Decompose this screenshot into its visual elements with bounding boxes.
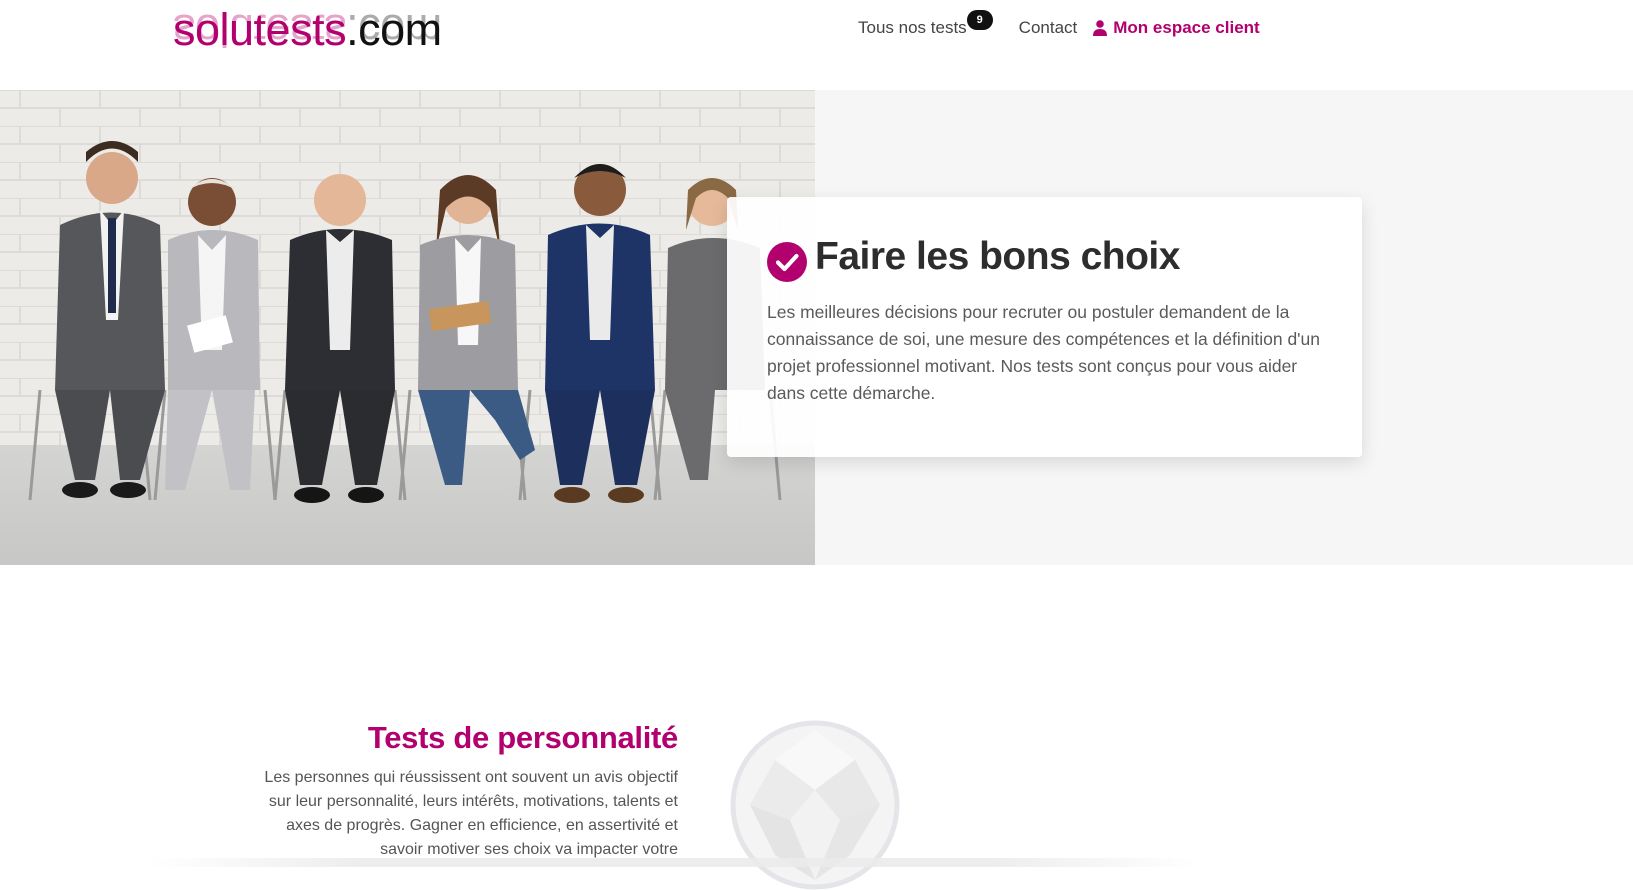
nav-client-space-label: Mon espace client — [1113, 18, 1260, 37]
hero-photo — [0, 90, 815, 565]
logo[interactable]: solutests.com solutests.com — [173, 6, 473, 78]
site-header: solutests.com solutests.com Tous nos tes… — [0, 0, 1633, 90]
nav-contact[interactable]: Contact — [1019, 18, 1078, 38]
nav-all-tests-label: Tous nos tests — [858, 18, 967, 37]
hero-card: Faire les bons choix Les meilleures déci… — [727, 197, 1362, 457]
check-circle-icon — [767, 242, 807, 282]
hero-title: Faire les bons choix — [815, 235, 1180, 278]
hero-description: Les meilleures décisions pour recruter o… — [767, 302, 1320, 403]
nav-client-space[interactable]: Mon espace client — [1093, 18, 1260, 38]
people-illustration — [28, 141, 782, 503]
logo-reflection: solutests.com — [173, 6, 442, 56]
section-description: Les personnes qui réussissent ont souven… — [264, 769, 678, 858]
hero-section: Faire les bons choix Les meilleures déci… — [0, 90, 1633, 565]
nav-all-tests[interactable]: Tous nos tests 9 — [858, 10, 993, 38]
main-nav: Tous nos tests 9 Contact Mon espace clie… — [858, 10, 1260, 40]
section-title: Tests de personnalité — [367, 720, 678, 755]
section-divider — [150, 858, 1200, 867]
tests-count-badge: 9 — [966, 10, 993, 30]
user-icon — [1093, 20, 1108, 36]
